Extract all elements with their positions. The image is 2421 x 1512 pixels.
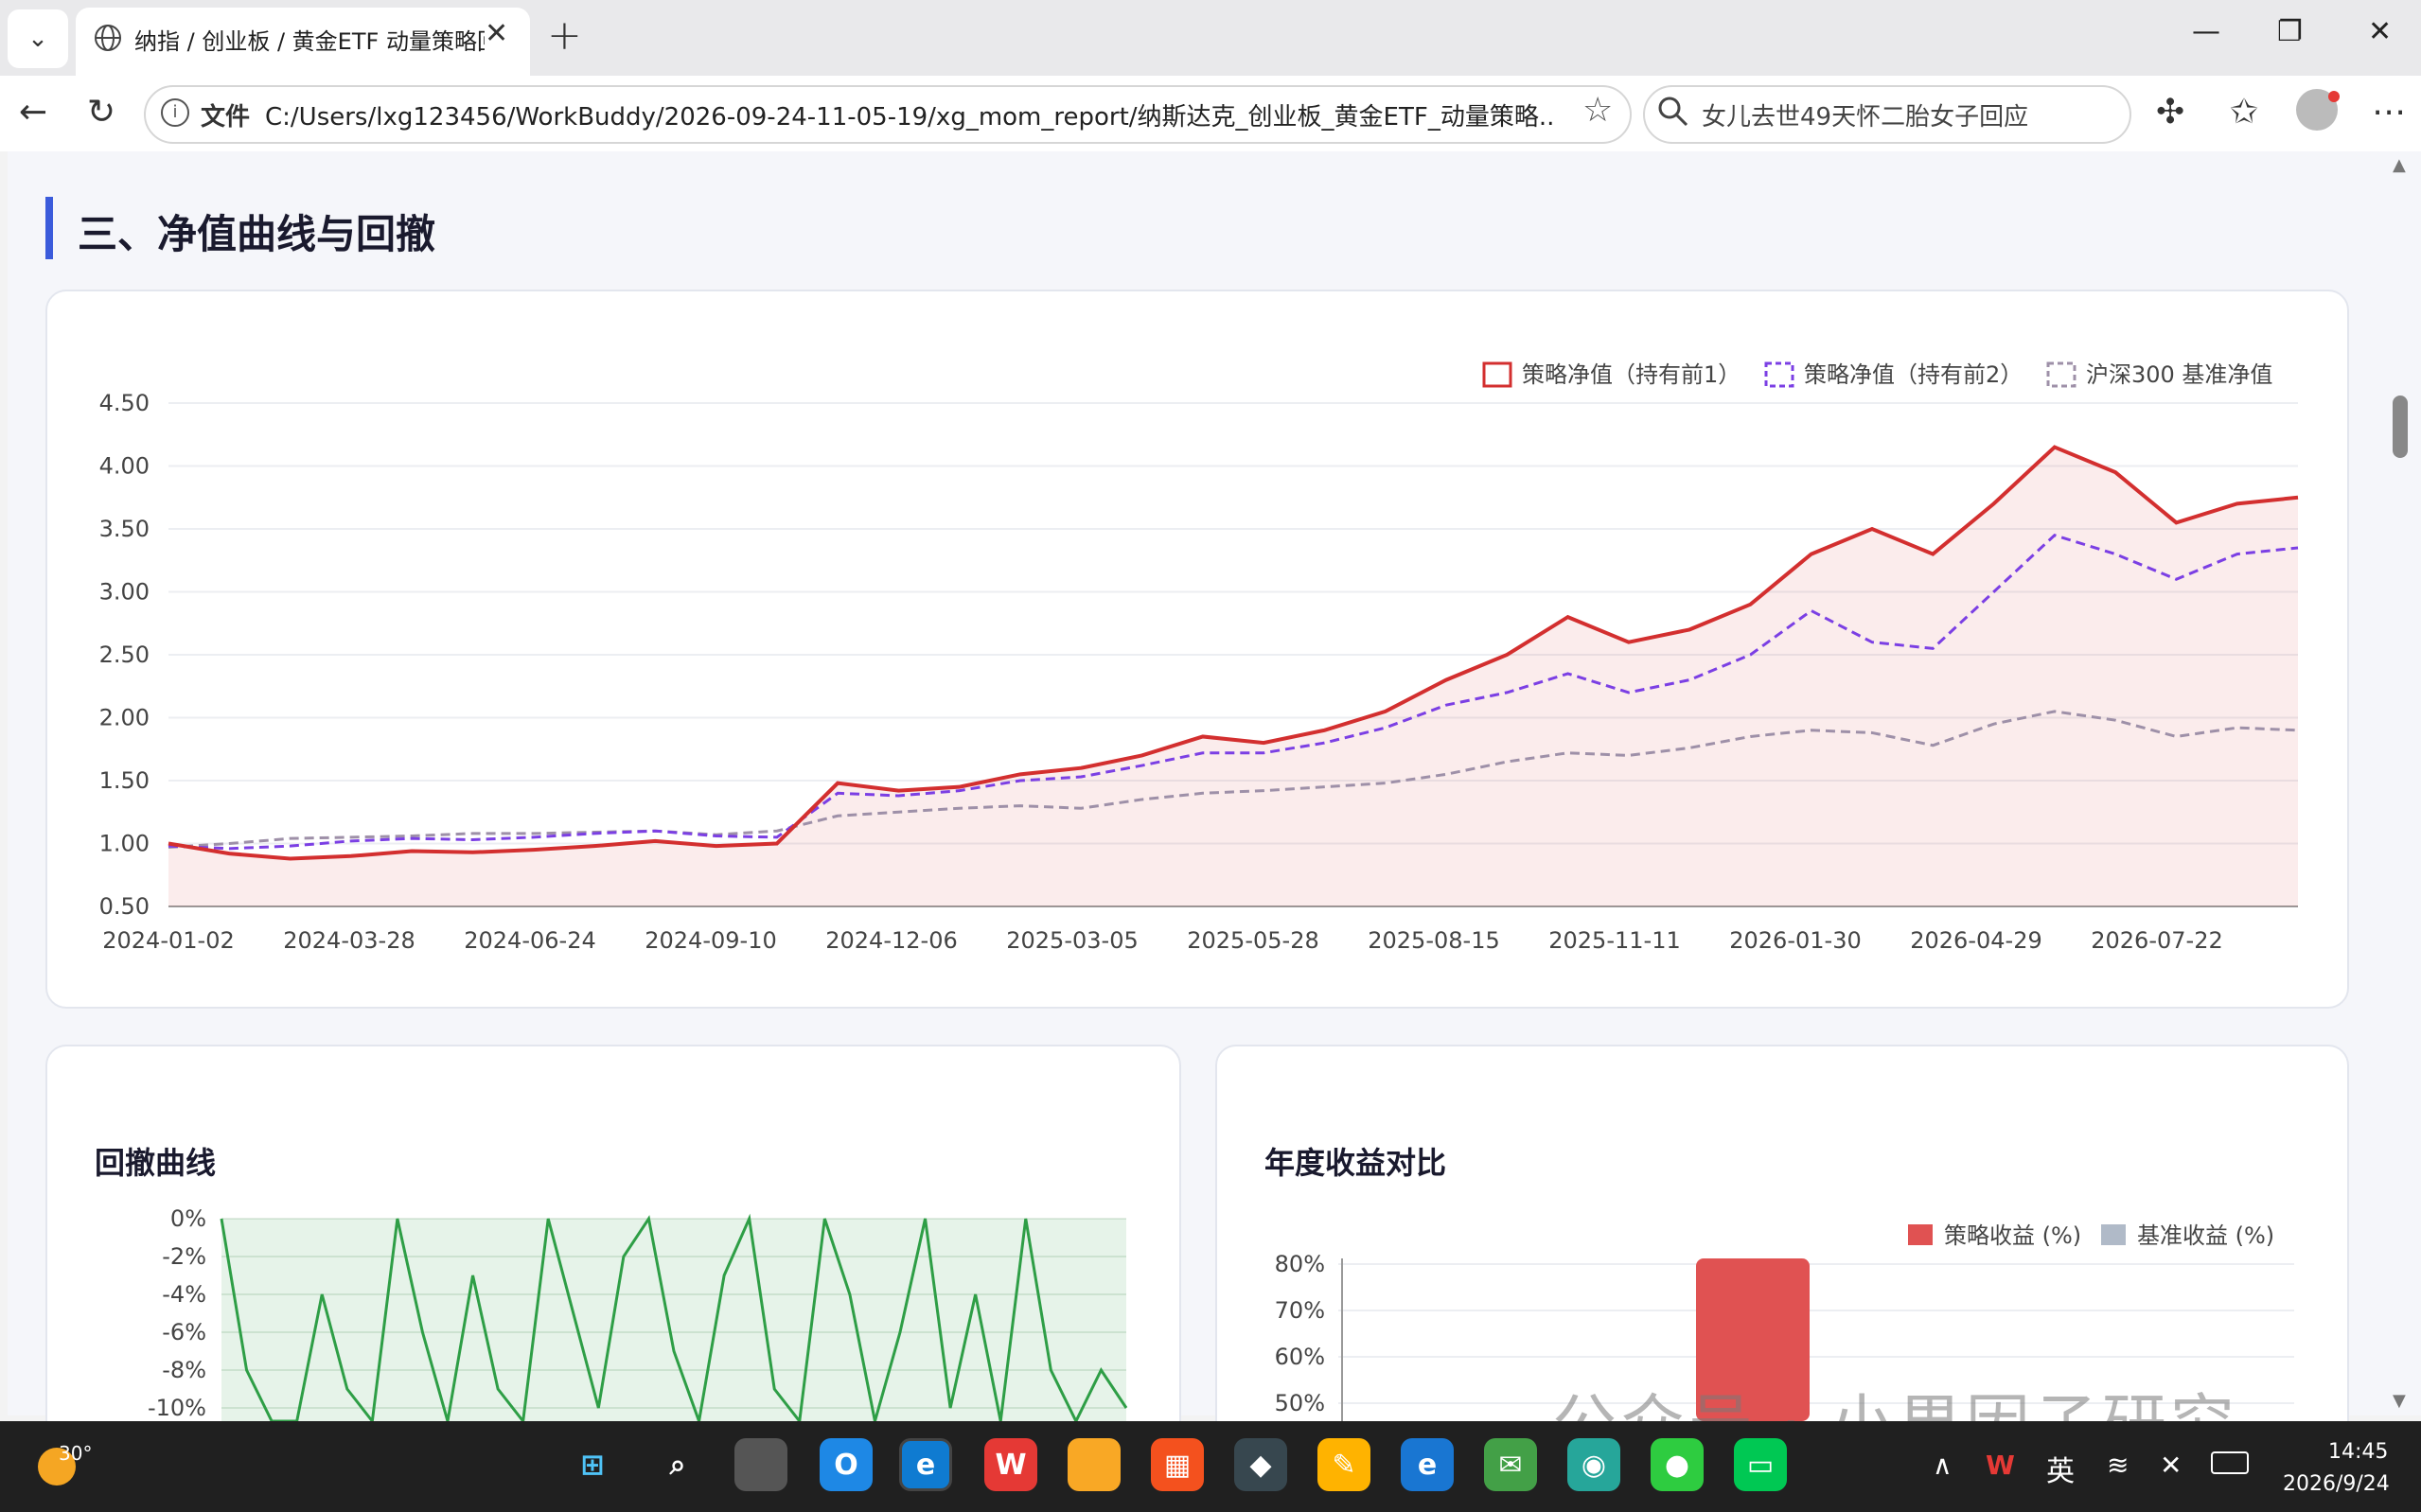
x-tick-label: 2024-12-06 (825, 927, 957, 954)
y-tick-label: 80% (1275, 1251, 1325, 1277)
store-icon[interactable]: ▦ (1151, 1438, 1204, 1491)
app-icon-cube[interactable]: ◆ (1234, 1438, 1287, 1491)
legend-swatch (2046, 361, 2076, 388)
back-icon[interactable]: ← (19, 93, 47, 132)
y-tick-label: -6% (162, 1319, 206, 1345)
annual-return-title: 年度收益对比 (1264, 1145, 1447, 1181)
section-accent-bar (45, 197, 53, 259)
mute-icon[interactable]: ✕ (2160, 1450, 2182, 1481)
more-menu-icon[interactable]: ⋯ (2372, 93, 2406, 132)
wifi-icon[interactable]: ≋ (2107, 1450, 2129, 1481)
new-tab-icon[interactable]: + (547, 11, 582, 60)
drawdown-chart: 0% -2% -4% -6% -8% -10% (148, 1205, 1128, 1421)
legend-swatch (1482, 361, 1512, 388)
favorites-icon[interactable]: ✩ (2230, 93, 2258, 132)
scrollbar-thumb[interactable] (2393, 396, 2408, 458)
x-tick-label: 2024-01-02 (102, 927, 234, 954)
close-tab-icon[interactable]: ✕ (485, 17, 508, 50)
file-explorer-icon[interactable] (1068, 1438, 1121, 1491)
clock-date[interactable]: 2026/9/24 (2283, 1472, 2390, 1496)
outlook-icon[interactable]: O (820, 1438, 873, 1491)
y-tick-label: 70% (1275, 1297, 1325, 1324)
y-tick-label: 2.50 (99, 642, 150, 668)
scroll-down-icon[interactable]: ▼ (2393, 1391, 2406, 1411)
tab-list-button[interactable]: ⌄ (8, 9, 68, 68)
search-text: 女儿去世49天怀二胎女子回应 (1702, 103, 2029, 132)
y-tick-label: 4.50 (99, 390, 150, 416)
info-icon[interactable]: i (161, 98, 189, 127)
legend-label: 策略净值（持有前2） (1804, 361, 2023, 388)
task-view-icon[interactable] (734, 1438, 787, 1491)
y-tick-label: -8% (162, 1357, 206, 1383)
nav-chart: 4.50 4.00 3.50 3.00 2.50 2.00 1.50 1.00 0.50 2024… (99, 361, 2299, 954)
search-taskbar-icon[interactable]: ⌕ (651, 1438, 704, 1491)
tab-title: 纳指 / 创业板 / 黄金ETF 动量策略回 (134, 28, 485, 55)
wps-tray-icon[interactable]: W (1986, 1450, 2015, 1481)
paint-icon[interactable]: ✎ (1317, 1438, 1370, 1491)
start-icon[interactable]: ⊞ (566, 1438, 619, 1491)
drawdown-title: 回撤曲线 (95, 1145, 217, 1181)
y-tick-label: 3.50 (99, 516, 150, 542)
globe-icon (95, 25, 121, 51)
weather-temp: 30° (59, 1442, 93, 1465)
y-tick-label: 0% (170, 1205, 206, 1232)
x-tick-label: 2026-01-30 (1729, 927, 1861, 954)
notification-dot (2328, 91, 2340, 102)
edge-ai-icon[interactable]: e (1401, 1438, 1454, 1491)
legend-swatch (1764, 361, 1794, 388)
favorite-star-icon[interactable]: ☆ (1582, 91, 1613, 130)
legend-label: 基准收益 (%) (2137, 1222, 2274, 1249)
wps-icon[interactable]: W (984, 1438, 1037, 1491)
url-scheme-label: 文件 (201, 103, 251, 132)
x-tick-label: 2026-04-29 (1910, 927, 2041, 954)
x-tick-label: 2026-07-22 (2091, 927, 2222, 954)
x-tick-label: 2025-11-11 (1548, 927, 1680, 954)
minimize-icon[interactable]: — (2192, 15, 2220, 48)
refresh-icon[interactable]: ↻ (87, 93, 115, 132)
y-tick-label: 60% (1275, 1344, 1325, 1370)
legend-swatch (2101, 1224, 2126, 1245)
y-tick-label: -4% (162, 1281, 206, 1308)
x-tick-label: 2025-03-05 (1006, 927, 1138, 954)
scrollbar-track[interactable] (2398, 151, 2421, 1415)
x-tick-label: 2024-06-24 (464, 927, 595, 954)
y-tick-label: -2% (162, 1243, 206, 1270)
robot-app-icon[interactable]: ◉ (1567, 1438, 1620, 1491)
messaging-icon[interactable]: ✉ (1484, 1438, 1537, 1491)
legend-label: 策略净值（持有前1） (1522, 361, 1741, 388)
y-tick-label: 1.00 (99, 831, 150, 857)
chat-app-icon[interactable]: ▭ (1734, 1438, 1787, 1491)
y-tick-label: 50% (1275, 1390, 1325, 1416)
y-tick-label: 2.00 (99, 705, 150, 731)
legend-swatch (1908, 1224, 1933, 1245)
input-language[interactable]: 英 (2046, 1448, 2075, 1489)
x-tick-label: 2025-08-15 (1368, 927, 1499, 954)
clock-time[interactable]: 14:45 (2328, 1440, 2388, 1464)
legend-label: 沪深300 基准净值 (2086, 361, 2272, 388)
battery-icon[interactable] (2211, 1451, 2249, 1474)
y-tick-label: 1.50 (99, 767, 150, 794)
x-tick-label: 2024-09-10 (645, 927, 776, 954)
tray-overflow-icon[interactable]: ∧ (1933, 1450, 1953, 1481)
wechat-icon[interactable]: ● (1651, 1438, 1704, 1491)
scroll-up-icon[interactable]: ▲ (2393, 155, 2406, 175)
legend-label: 策略收益 (%) (1944, 1222, 2081, 1249)
window-close-icon[interactable]: ✕ (2368, 15, 2392, 48)
drawdown-area (221, 1219, 1126, 1421)
x-tick-label: 2024-03-28 (283, 927, 415, 954)
y-tick-label: 0.50 (99, 893, 150, 920)
x-tick-label: 2025-05-28 (1187, 927, 1318, 954)
section-title: 三、净值曲线与回撤 (78, 211, 436, 257)
edge-icon[interactable]: e (899, 1438, 952, 1491)
y-tick-label: -10% (148, 1395, 206, 1421)
extensions-icon[interactable]: ✣ (2156, 93, 2184, 132)
url-text[interactable]: C:/Users/lxg123456/WorkBuddy/2026-09-24-… (265, 97, 1552, 132)
y-tick-label: 3.00 (99, 579, 150, 606)
search-icon (1658, 97, 1688, 127)
y-tick-label: 4.00 (99, 453, 150, 480)
restore-icon[interactable]: ❐ (2277, 15, 2303, 48)
